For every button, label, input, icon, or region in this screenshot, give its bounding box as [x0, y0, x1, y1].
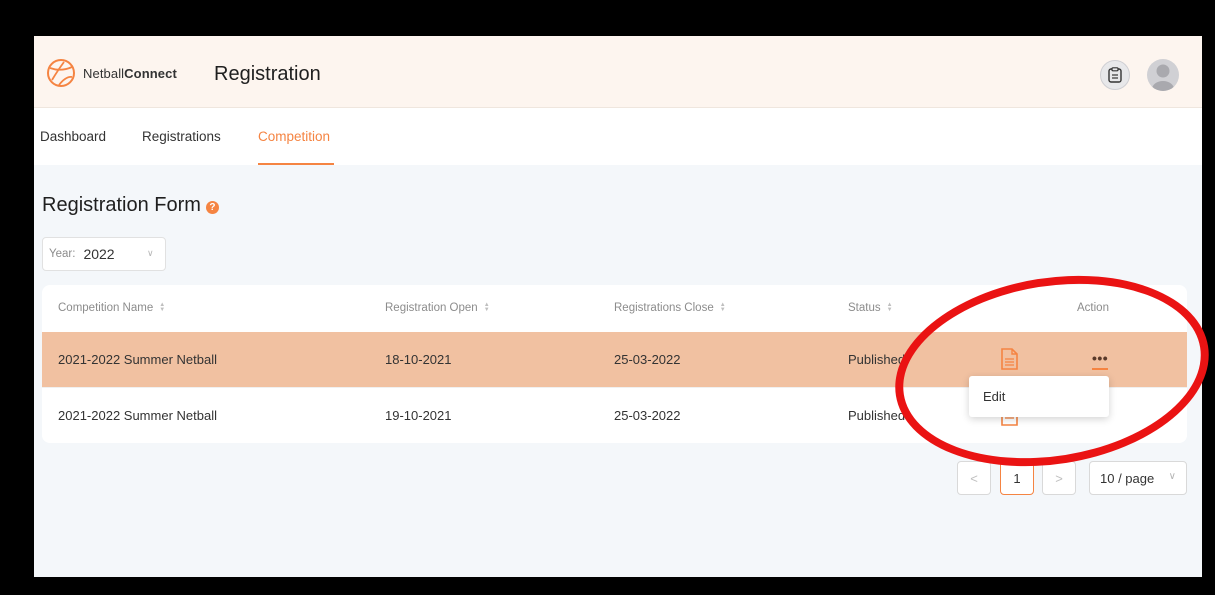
column-header-registration-open[interactable]: Registration Open ▲ ▼ — [385, 302, 490, 314]
year-select[interactable]: Year: 2022 ∨ — [42, 237, 166, 271]
chevron-down-icon: ∨ — [1168, 471, 1176, 482]
help-icon[interactable]: ? — [205, 201, 219, 214]
year-label: Year: — [49, 248, 76, 260]
pagination-page-1[interactable]: 1 — [1000, 461, 1034, 495]
menu-item-edit[interactable]: Edit — [983, 389, 1005, 404]
more-actions-button[interactable]: ••• — [1092, 351, 1109, 370]
tab-competition[interactable]: Competition — [258, 129, 330, 144]
registration-table: Competition Name ▲ ▼ Registration Open ▲ ▼… — [42, 285, 1187, 443]
column-header-label: Action — [1077, 302, 1109, 314]
clipboard-icon — [1108, 67, 1122, 83]
registration-close: 25-03-2022 — [614, 408, 681, 423]
netball-icon — [47, 59, 75, 87]
page-size-select[interactable]: 10 / page ∨ — [1089, 461, 1187, 495]
section-title: Registration Form ? — [42, 194, 219, 217]
app-logo[interactable]: NetballConnect — [46, 58, 177, 88]
column-header-label: Registrations Close — [614, 302, 714, 314]
top-header: NetballConnect Registration — [34, 36, 1202, 108]
clipboard-button[interactable] — [1100, 60, 1130, 90]
column-header-label: Registration Open — [385, 302, 478, 314]
user-avatar[interactable] — [1147, 59, 1179, 91]
logo-text: NetballConnect — [83, 65, 177, 81]
user-avatar-icon — [1152, 64, 1174, 91]
column-header-competition-name[interactable]: Competition Name ▲ ▼ — [58, 302, 165, 314]
column-header-label: Status — [848, 302, 881, 314]
document-icon[interactable] — [1000, 348, 1018, 370]
action-dropdown-menu: Edit — [969, 376, 1109, 417]
sort-icon: ▲ ▼ — [483, 302, 490, 313]
chevron-down-icon: ∨ — [147, 248, 154, 258]
tab-dashboard[interactable]: Dashboard — [40, 129, 106, 144]
pagination-prev-button[interactable]: < — [957, 461, 991, 495]
year-value: 2022 — [83, 246, 115, 262]
registration-open: 18-10-2021 — [385, 352, 452, 367]
competition-name: 2021-2022 Summer Netball — [58, 352, 217, 367]
column-header-action: Action — [1077, 302, 1109, 314]
tab-registrations[interactable]: Registrations — [142, 129, 221, 144]
active-tab-indicator — [258, 163, 334, 165]
status-text: Published — [848, 408, 906, 423]
status-text: Published — [848, 352, 906, 367]
sort-icon: ▲ ▼ — [719, 302, 726, 313]
page-title: Registration — [214, 63, 321, 85]
page-size-value: 10 / page — [1100, 470, 1155, 486]
column-header-status[interactable]: Status ▲ ▼ — [848, 302, 893, 314]
registration-open: 19-10-2021 — [385, 408, 452, 423]
app-window: NetballConnect Registration Dashboard Re… — [34, 36, 1202, 577]
competition-name: 2021-2022 Summer Netball — [58, 408, 217, 423]
pagination-next-button[interactable]: > — [1042, 461, 1076, 495]
sort-icon: ▲ ▼ — [886, 302, 893, 313]
sort-icon: ▲ ▼ — [159, 302, 166, 313]
registration-form-title: Registration Form — [42, 194, 201, 216]
column-header-registrations-close[interactable]: Registrations Close ▲ ▼ — [614, 302, 726, 314]
registration-close: 25-03-2022 — [614, 352, 681, 367]
main-nav: Dashboard Registrations Competition — [34, 108, 1202, 165]
column-header-label: Competition Name — [58, 302, 154, 314]
